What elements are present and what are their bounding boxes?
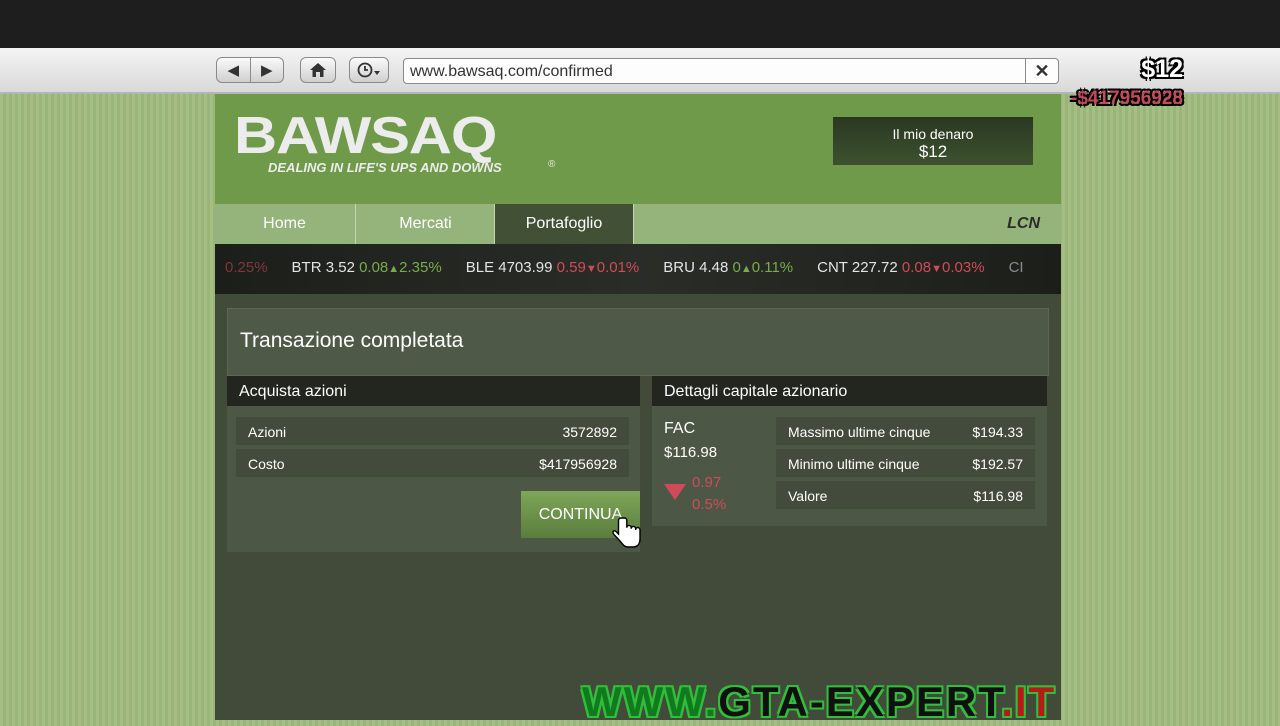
ticker-item: 0.25%: [225, 259, 268, 276]
ticker-percent: 0.01%: [596, 259, 640, 276]
ticker-symbol-price: CNT 227.72: [817, 259, 902, 276]
ticker-percent: 0.11%: [751, 259, 794, 276]
value-value: $116.98: [973, 488, 1023, 504]
ticker-track: 0.25% BTR 3.52 0.08▲2.35% BLE 4703.99 0.59…: [225, 259, 1048, 276]
lcn-logo: LCN: [1007, 215, 1040, 232]
five-day-high-value: $194.33: [972, 424, 1023, 440]
five-day-high-label: Massimo ultime cinque: [788, 424, 931, 440]
ticker-percent: 0.03%: [942, 259, 985, 276]
down-triangle-icon: ▼: [931, 263, 943, 275]
stock-ticker: 0.25% BTR 3.52 0.08▲2.35% BLE 4703.99 0.59…: [215, 244, 1061, 294]
buy-panel-title: Acquista azioni: [227, 376, 640, 406]
hud-money-delta: -$417956928: [1071, 88, 1183, 109]
home-button[interactable]: [300, 57, 336, 83]
buy-shares-panel: Acquista azioni Azioni 3572892 Costo $41…: [227, 376, 641, 552]
shares-label: Azioni: [248, 424, 287, 440]
up-triangle-icon: ▲: [740, 263, 752, 275]
stock-price: $116.98: [664, 444, 718, 461]
top-black-bar: [0, 0, 1280, 48]
ticker-symbol-price: BLE 4703.99: [465, 259, 557, 276]
site-header: BAWSAQ DEALING IN LIFE'S UPS AND DOWNS ®…: [215, 94, 1061, 204]
history-button[interactable]: [349, 57, 389, 83]
tab-portafoglio[interactable]: Portafoglio: [494, 204, 634, 244]
watermark-domain: GTA-EXPERT: [718, 678, 1002, 725]
history-clock-icon: [350, 58, 388, 82]
cost-row: Costo $417956928: [236, 449, 629, 477]
hud-money: $12: [1141, 55, 1183, 83]
shares-row: Azioni 3572892: [236, 417, 629, 445]
home-icon: [301, 58, 335, 82]
watermark: WWW.GTA-EXPERT.IT: [582, 678, 1056, 726]
ticker-change: 0: [732, 259, 741, 276]
url-text: www.bawsaq.com/confirmed: [410, 63, 613, 80]
ticker-percent: 2.35%: [399, 259, 442, 276]
watermark-tld: .IT: [1001, 678, 1057, 725]
five-day-low-row: Minimo ultime cinque $192.57: [776, 449, 1035, 477]
bawsaq-site: BAWSAQ DEALING IN LIFE'S UPS AND DOWNS ®…: [215, 94, 1061, 720]
cost-value: $417956928: [539, 456, 617, 472]
ticker-item: CI: [1008, 259, 1024, 276]
ticker-change: 0.08: [359, 259, 389, 276]
ticker-change: 0.08: [901, 259, 932, 276]
my-money-label: Il mio denaro: [892, 126, 974, 142]
up-triangle-icon: ▲: [388, 263, 400, 275]
tab-home[interactable]: Home: [215, 204, 354, 244]
details-panel-title: Dettagli capitale azionario: [652, 376, 1047, 406]
tab-mercati[interactable]: Mercati: [355, 204, 495, 244]
value-label: Valore: [788, 488, 828, 504]
ticker-item: BLE 4703.99 0.59▼0.01%: [466, 259, 640, 276]
address-bar[interactable]: www.bawsaq.com/confirmed ✕: [403, 58, 1059, 84]
five-day-high-row: Massimo ultime cinque $194.33: [776, 417, 1035, 445]
stock-symbol: FAC: [664, 420, 696, 437]
registered-mark: ®: [548, 159, 556, 170]
forward-arrow-icon[interactable]: ▶: [249, 58, 284, 82]
stock-change: 0.97: [692, 474, 722, 491]
ticker-item: BRU 4.48 0▲0.11%: [663, 259, 793, 276]
back-arrow-icon[interactable]: ◀: [217, 58, 250, 82]
stock-change-percent: 0.5%: [692, 496, 727, 513]
close-icon[interactable]: ✕: [1025, 59, 1058, 83]
down-triangle-icon: ▼: [585, 263, 597, 275]
five-day-low-label: Minimo ultime cinque: [788, 456, 920, 472]
bawsaq-logo[interactable]: BAWSAQ: [234, 106, 497, 166]
down-triangle-icon: [664, 484, 686, 500]
transaction-header: Transazione completata: [227, 308, 1049, 376]
ticker-item: BTR 3.52 0.08▲2.35%: [292, 259, 442, 276]
shares-value: 3572892: [562, 424, 617, 440]
my-money-box: Il mio denaro $12: [833, 117, 1033, 165]
hand-cursor-icon: [612, 517, 641, 548]
ticker-item: CNT 227.72 0.08▼0.03%: [817, 259, 984, 276]
my-money-value: $12: [918, 142, 948, 161]
value-row: Valore $116.98: [776, 481, 1035, 509]
ticker-change: 0.59: [556, 259, 586, 276]
site-slogan: DEALING IN LIFE'S UPS AND DOWNS: [268, 160, 502, 175]
watermark-www: WWW.: [582, 678, 719, 725]
back-forward-group: ◀ ▶: [216, 57, 284, 83]
site-nav: Home Mercati Portafoglio LCN: [215, 204, 1061, 244]
stock-details-panel: Dettagli capitale azionario FAC $116.98 …: [652, 376, 1047, 526]
cost-label: Costo: [248, 456, 285, 472]
page-title: Transazione completata: [240, 329, 464, 352]
five-day-low-value: $192.57: [972, 456, 1023, 472]
ticker-symbol-price: BRU 4.48: [663, 259, 733, 276]
ticker-symbol-price: BTR 3.52: [291, 259, 360, 276]
